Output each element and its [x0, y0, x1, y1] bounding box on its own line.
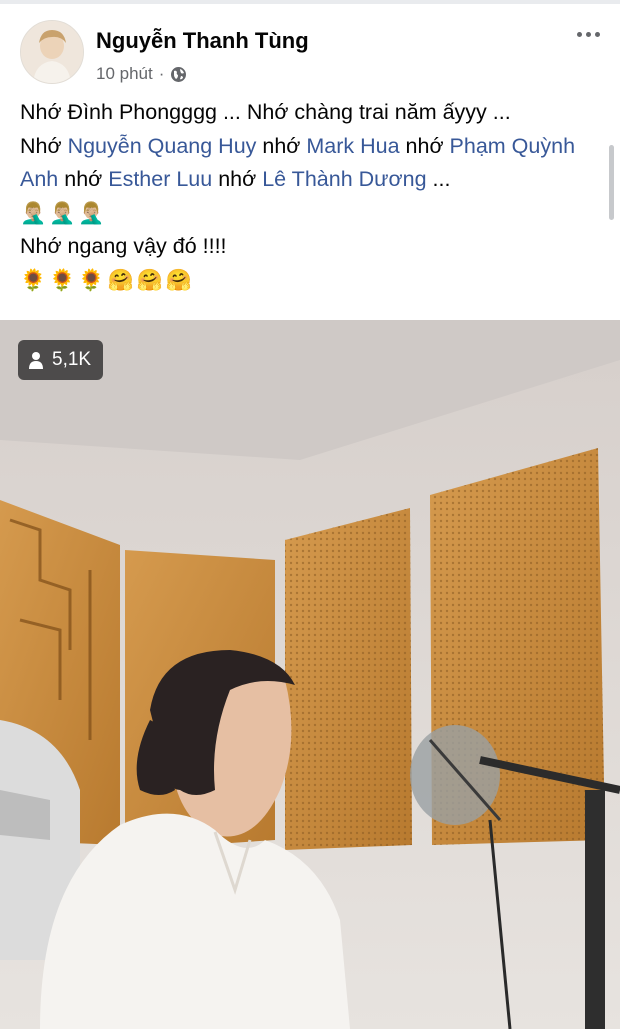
post-time[interactable]: 10 phút: [96, 64, 153, 84]
text-segment: nhớ: [212, 167, 263, 191]
mention-link[interactable]: Lê Thành Dương: [262, 167, 426, 191]
post-line-2: Nhớ Nguyễn Quang Huy nhớ Mark Hua nhớ Ph…: [20, 130, 610, 197]
person-icon: [29, 352, 43, 369]
text-segment: nhớ: [58, 167, 109, 191]
live-video[interactable]: 5,1K: [0, 320, 620, 1029]
text-segment: nhớ: [256, 133, 307, 158]
text-segment: Nhớ: [20, 133, 68, 158]
text-segment: ...: [426, 167, 451, 191]
viewer-count-badge: 5,1K: [18, 340, 104, 380]
video-frame-image: [0, 320, 620, 1029]
mention-link[interactable]: Mark Hua: [306, 134, 399, 158]
post-line-4: Nhớ ngang vậy đó !!!!: [20, 234, 227, 258]
globe-icon[interactable]: [170, 66, 187, 83]
post-body: Nhớ Đình Phongggg ... Nhớ chàng trai năm…: [20, 96, 610, 297]
post-header: Nguyễn Thanh Tùng 10 phút ·: [0, 16, 620, 86]
viewer-count: 5,1K: [52, 349, 92, 370]
emoji-line-sunflower-hug: 🌻🌻🌻🤗🤗🤗: [20, 268, 195, 292]
more-options-icon[interactable]: [577, 32, 600, 37]
scrollbar[interactable]: [609, 145, 614, 220]
emoji-line-facepalm: 🤦🏼‍♂️🤦🏼‍♂️🤦🏼‍♂️: [20, 201, 108, 225]
mention-link[interactable]: Esther Luu: [108, 167, 212, 191]
post-line-1: Nhớ Đình Phongggg ... Nhớ chàng trai năm…: [20, 100, 511, 124]
author-avatar[interactable]: [20, 20, 84, 84]
text-segment: nhớ: [399, 133, 450, 158]
post-meta: 10 phút ·: [96, 64, 187, 84]
mention-link[interactable]: Nguyễn Quang Huy: [68, 134, 257, 158]
author-name[interactable]: Nguyễn Thanh Tùng: [96, 28, 309, 54]
top-divider: [0, 0, 620, 4]
meta-separator: ·: [158, 64, 165, 83]
